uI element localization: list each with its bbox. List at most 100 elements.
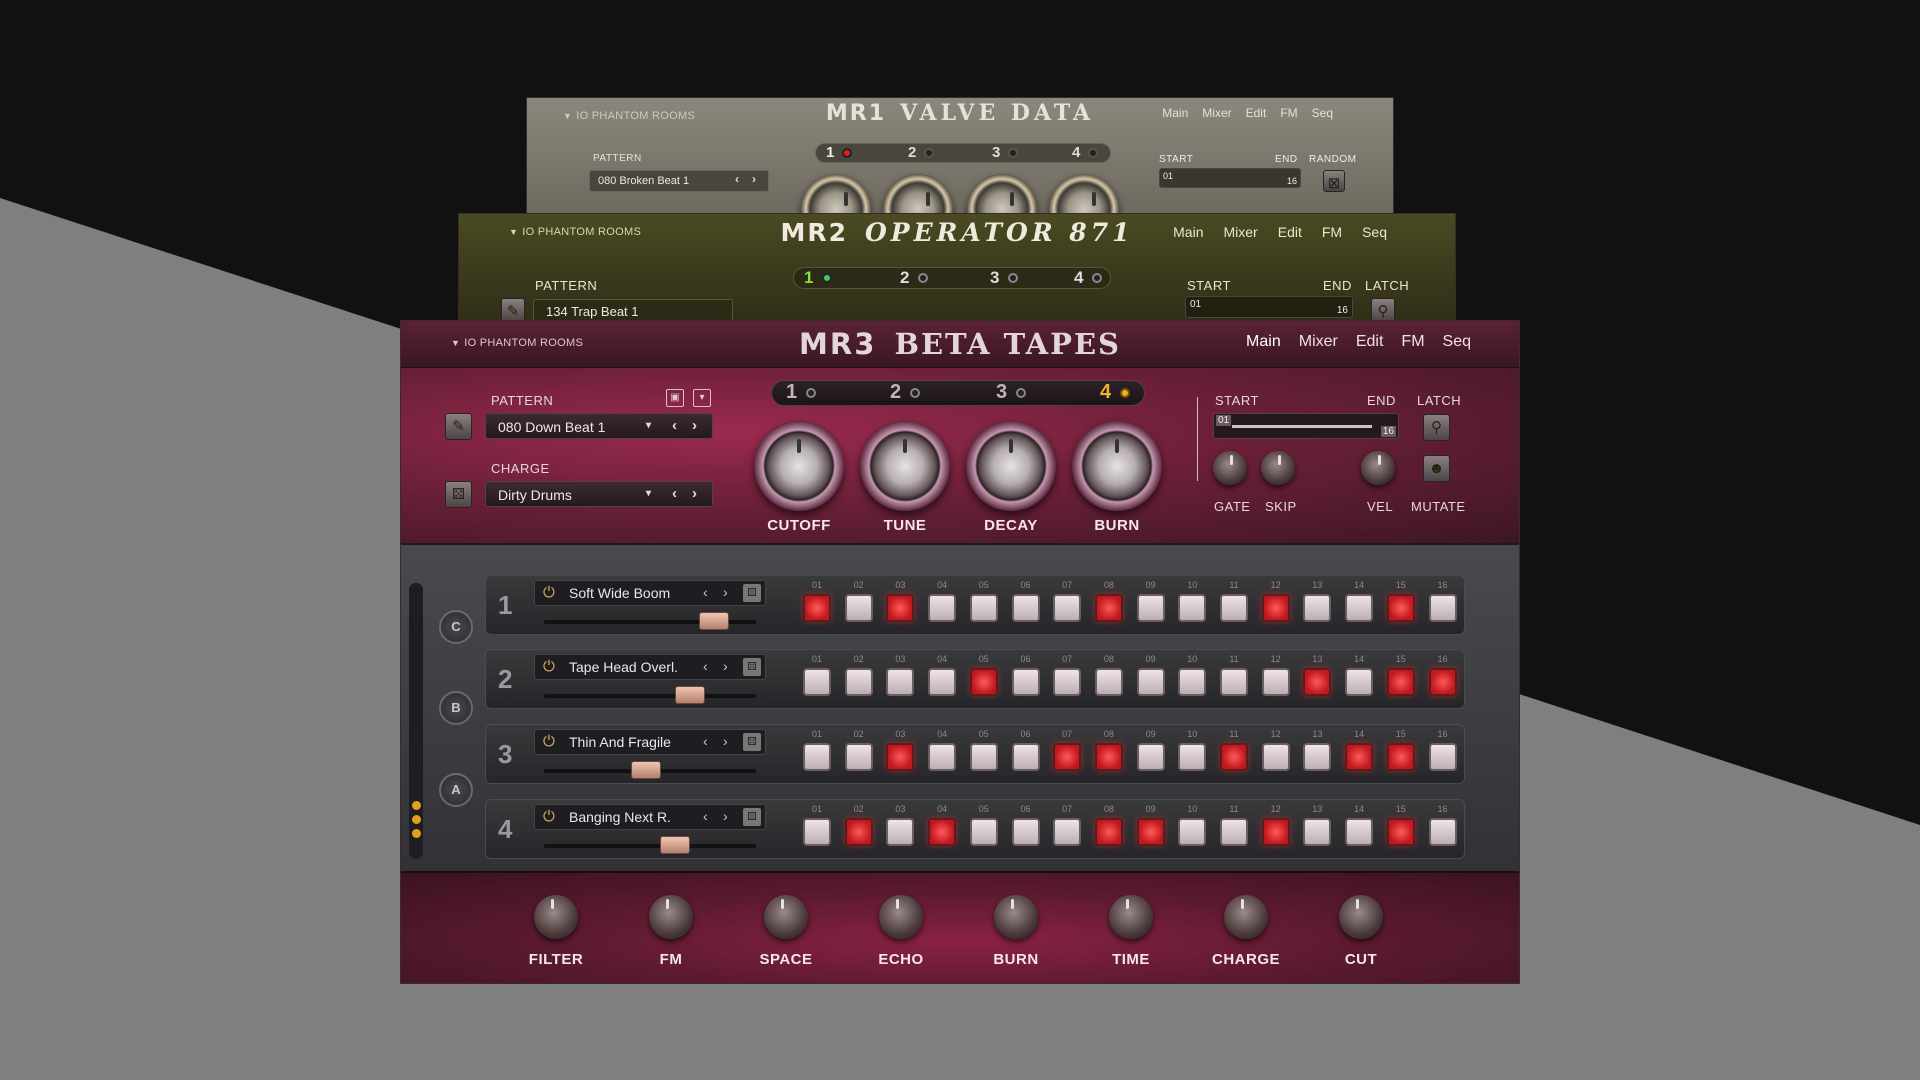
pattern-next-icon[interactable]: › <box>692 417 697 434</box>
pattern-prev-icon[interactable]: ‹ <box>672 417 677 434</box>
step-button[interactable] <box>1261 743 1290 771</box>
mr2-menu-mixer[interactable]: Mixer <box>1224 224 1258 240</box>
step-button[interactable] <box>1053 668 1082 696</box>
mr3-menu-main[interactable]: Main <box>1246 333 1281 351</box>
mr1-knob-3[interactable] <box>967 174 1037 214</box>
track-sound-select[interactable]: ⏻ Tape Head Overl. ‹ › ⚄ <box>534 654 766 680</box>
mr3-pattern-edit-button[interactable]: ✎ <box>445 413 472 440</box>
mr3-slot-4[interactable]: 4 <box>1100 381 1111 404</box>
charge-prev-icon[interactable]: ‹ <box>672 485 677 502</box>
track-sound-select[interactable]: ⏻ Thin And Fragile ‹ › ⚄ <box>534 729 766 755</box>
bottom-knob[interactable] <box>879 895 923 939</box>
step-button[interactable] <box>1178 668 1207 696</box>
mr3-pattern-select[interactable]: 080 Down Beat 1 ▾ ‹ › <box>485 413 713 439</box>
step-button[interactable] <box>1261 668 1290 696</box>
track-next-icon[interactable]: › <box>723 584 728 600</box>
mr3-menu-seq[interactable]: Seq <box>1443 333 1471 351</box>
track-level-slider[interactable] <box>544 836 756 854</box>
mr1-menu-main[interactable]: Main <box>1162 106 1188 120</box>
mr2-slot-1[interactable]: 1 <box>804 268 813 288</box>
step-button[interactable] <box>969 594 998 622</box>
mr1-next-icon[interactable]: › <box>752 172 756 186</box>
mr2-range-bar[interactable]: 01 16 <box>1185 296 1353 318</box>
track-sound-select[interactable]: ⏻ Soft Wide Boom ‹ › ⚄ <box>534 580 766 606</box>
step-button[interactable] <box>886 818 915 846</box>
step-button[interactable] <box>844 594 873 622</box>
mr2-pattern-select[interactable]: 134 Trap Beat 1 <box>533 299 733 320</box>
power-icon[interactable]: ⏻ <box>543 808 555 825</box>
step-button[interactable] <box>928 594 957 622</box>
step-button-active[interactable] <box>1261 594 1290 622</box>
mr3-load-icon[interactable]: ▾ <box>693 389 711 407</box>
pattern-c-button[interactable]: C <box>439 610 473 644</box>
step-button-active[interactable] <box>1386 668 1415 696</box>
track-sound-select[interactable]: ⏻ Banging Next R. ‹ › ⚄ <box>534 804 766 830</box>
bottom-knob[interactable] <box>1109 895 1153 939</box>
step-button[interactable] <box>1136 594 1165 622</box>
track-next-icon[interactable]: › <box>723 658 728 674</box>
step-button[interactable] <box>1094 668 1123 696</box>
mr3-charge-dice-button[interactable]: ⚄ <box>445 481 472 508</box>
track-dice-icon[interactable]: ⚄ <box>743 808 761 826</box>
step-button-active[interactable] <box>886 743 915 771</box>
mr1-knob-2[interactable] <box>883 174 953 214</box>
step-button-active[interactable] <box>1303 668 1332 696</box>
step-button[interactable] <box>1178 818 1207 846</box>
mr1-prev-icon[interactable]: ‹ <box>735 172 739 186</box>
mr2-slot-2[interactable]: 2 <box>900 268 909 288</box>
step-button-active[interactable] <box>1386 594 1415 622</box>
step-button-active[interactable] <box>1220 743 1248 771</box>
track-level-thumb[interactable] <box>675 686 705 704</box>
mr2-edit-button[interactable]: ✎ <box>501 298 525 320</box>
step-button[interactable] <box>1345 594 1374 622</box>
step-button-active[interactable] <box>844 818 873 846</box>
step-button-active[interactable] <box>1094 594 1123 622</box>
bottom-knob[interactable] <box>1224 895 1268 939</box>
step-button-active[interactable] <box>1261 818 1290 846</box>
power-icon[interactable]: ⏻ <box>543 584 555 601</box>
decay-knob[interactable] <box>966 421 1056 511</box>
mr3-menu-fm[interactable]: FM <box>1401 333 1424 351</box>
step-button[interactable] <box>886 668 915 696</box>
mr2-latch-button[interactable]: ⚲ <box>1371 298 1395 320</box>
mr3-menu-edit[interactable]: Edit <box>1356 333 1384 351</box>
step-button[interactable] <box>1303 818 1332 846</box>
mr2-slot-4[interactable]: 4 <box>1074 268 1083 288</box>
power-icon[interactable]: ⏻ <box>543 658 555 675</box>
step-button[interactable] <box>803 743 831 771</box>
step-button-active[interactable] <box>1094 818 1123 846</box>
step-button[interactable] <box>1053 818 1082 846</box>
mr2-menu-fm[interactable]: FM <box>1322 224 1342 240</box>
step-button-active[interactable] <box>803 594 831 622</box>
mr1-slot-1[interactable]: 1 <box>826 144 834 161</box>
mr2-slot-3[interactable]: 3 <box>990 268 999 288</box>
mr1-knob-4[interactable] <box>1049 174 1119 214</box>
step-button[interactable] <box>1011 743 1040 771</box>
step-button[interactable] <box>1428 818 1457 846</box>
mr3-save-icon[interactable]: ▣ <box>666 389 684 407</box>
mr1-menu-fm[interactable]: FM <box>1280 106 1297 120</box>
step-button[interactable] <box>928 668 957 696</box>
burn-knob[interactable] <box>1072 421 1162 511</box>
pattern-a-button[interactable]: A <box>439 773 473 807</box>
track-dice-icon[interactable]: ⚄ <box>743 584 761 602</box>
step-button-active[interactable] <box>1094 743 1123 771</box>
mr1-random-button[interactable]: ⊠ <box>1323 170 1345 192</box>
mr2-menu-edit[interactable]: Edit <box>1278 224 1302 240</box>
bottom-knob[interactable] <box>994 895 1038 939</box>
gate-knob[interactable] <box>1213 451 1247 485</box>
track-level-slider[interactable] <box>544 612 756 630</box>
mr2-menu-seq[interactable]: Seq <box>1362 224 1387 240</box>
step-button[interactable] <box>1345 818 1374 846</box>
bottom-knob[interactable] <box>1339 895 1383 939</box>
charge-next-icon[interactable]: › <box>692 485 697 502</box>
mr3-range-bar[interactable]: 01 16 <box>1213 413 1399 439</box>
step-button-active[interactable] <box>886 594 915 622</box>
step-button[interactable] <box>1178 743 1207 771</box>
step-button[interactable] <box>1428 743 1457 771</box>
mr3-slot-1[interactable]: 1 <box>786 381 797 404</box>
track-level-slider[interactable] <box>544 761 756 779</box>
mr1-menu-seq[interactable]: Seq <box>1312 106 1333 120</box>
step-button[interactable] <box>1220 818 1248 846</box>
mr3-menu-mixer[interactable]: Mixer <box>1299 333 1338 351</box>
